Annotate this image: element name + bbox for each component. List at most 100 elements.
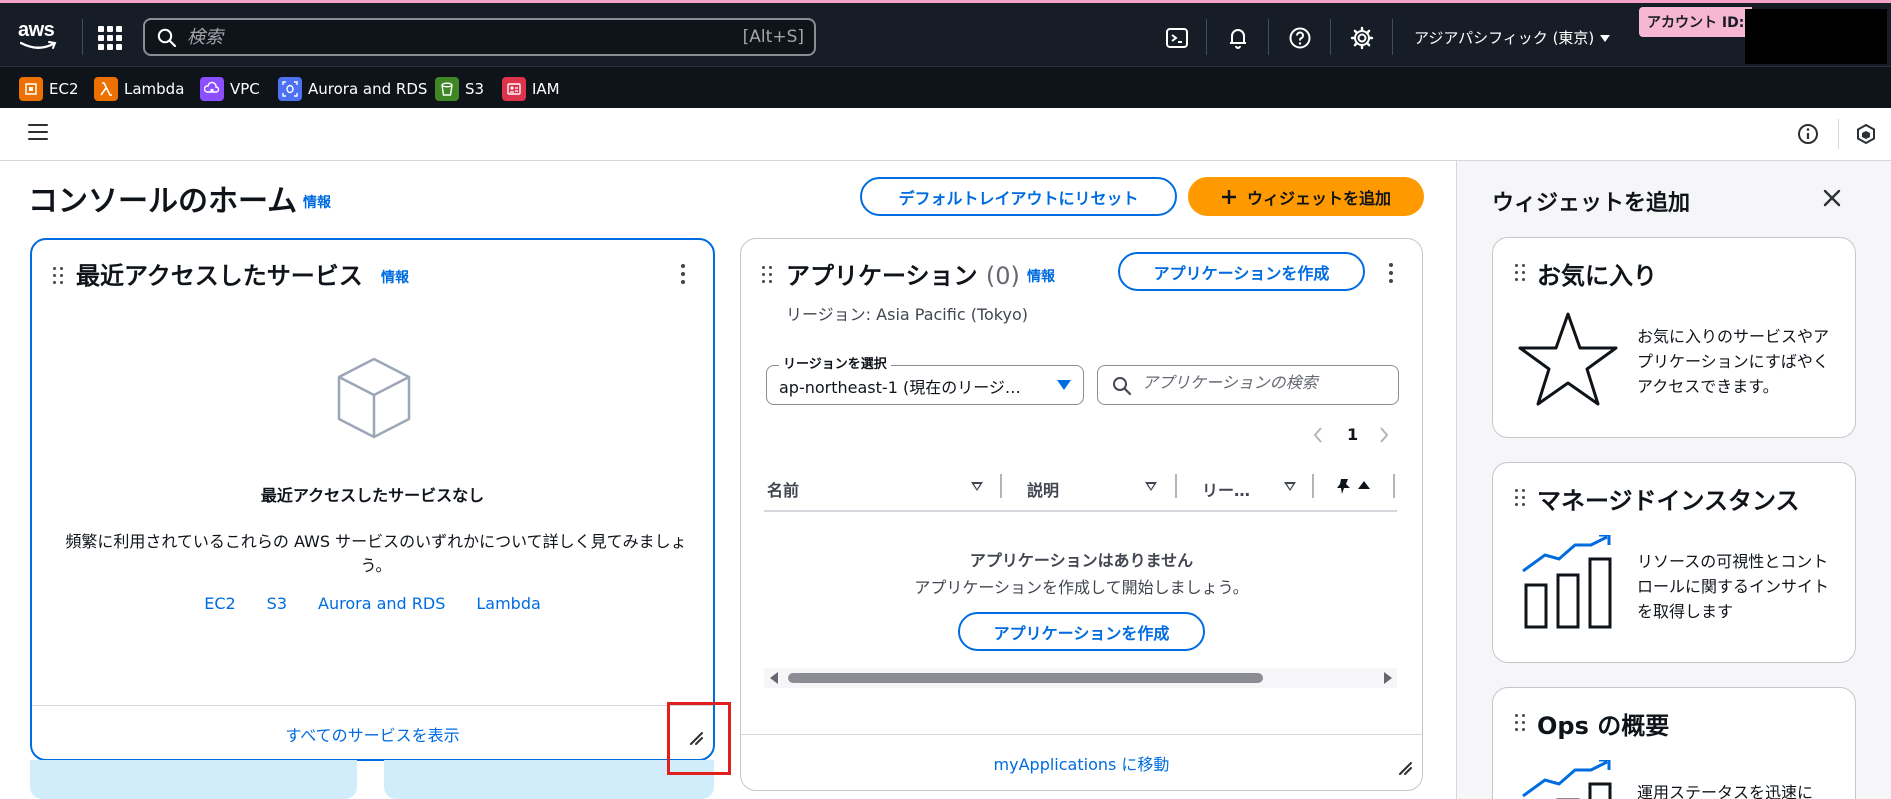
column-header-name[interactable]: 名前 xyxy=(767,477,799,501)
cloudshell-icon[interactable] xyxy=(1164,25,1190,51)
favorite-label: S3 xyxy=(465,80,485,98)
iam-icon xyxy=(502,77,526,101)
drag-handle-icon[interactable] xyxy=(1515,489,1525,507)
empty-state-description: アプリケーションを作成して開始しましょう。 xyxy=(914,578,1249,597)
caret-down-icon xyxy=(1057,380,1071,390)
create-application-button-empty[interactable]: アプリケーションを作成 xyxy=(958,612,1205,651)
chart-icon xyxy=(1522,760,1612,799)
region-select-value: ap-northeast-1 (現在のリージ… xyxy=(779,378,1021,397)
drag-handle-icon[interactable] xyxy=(762,266,772,284)
panel-title: ウィジェットを追加 xyxy=(1492,191,1691,216)
page-title: コンソールのホーム xyxy=(28,184,298,219)
chart-icon xyxy=(1522,535,1612,629)
sort-icon[interactable] xyxy=(971,482,983,491)
widget-placeholder xyxy=(384,760,714,799)
page-info-link[interactable]: 情報 xyxy=(303,192,331,212)
applications-widget: アプリケーション (0) 情報 アプリケーションを作成 リージョン: Asia … xyxy=(740,238,1423,791)
scroll-left-icon[interactable] xyxy=(770,672,780,684)
pin-sort-icon[interactable] xyxy=(1336,477,1374,495)
caret-down-icon xyxy=(1600,35,1611,42)
search-input[interactable] xyxy=(187,24,687,50)
widget-option-title: Ops の概要 xyxy=(1537,712,1670,740)
hexagon-icon[interactable] xyxy=(1855,123,1877,145)
empty-state-title: 最近アクセスしたサービスなし xyxy=(260,486,485,505)
favorite-label: EC2 xyxy=(49,80,79,98)
widget-option-description: お気に入りのサービスやアプリケーションにすばやくアクセスできます。 xyxy=(1637,327,1830,396)
account-id-label[interactable]: アカウント ID: xyxy=(1639,7,1753,37)
drag-handle-icon[interactable] xyxy=(53,267,63,285)
region-label: アジアパシフィック (東京) xyxy=(1414,29,1595,47)
scrollbar-thumb[interactable] xyxy=(788,673,1263,683)
add-widget-button[interactable]: ウィジェットを追加 xyxy=(1188,177,1424,216)
drag-handle-icon[interactable] xyxy=(1515,714,1525,732)
more-actions-icon[interactable] xyxy=(1388,263,1394,283)
widget-option-ops-overview[interactable]: Ops の概要 運用ステータスを迅速に xyxy=(1492,687,1856,799)
widget-option-title: お気に入り xyxy=(1537,262,1657,290)
app-count: (0) xyxy=(985,262,1020,290)
aws-logo[interactable]: aws xyxy=(18,19,64,53)
add-widget-panel: ウィジェットを追加 お気に入り お気に入りのサービスやアプリケーションにすばやく… xyxy=(1456,161,1891,799)
view-all-services-link[interactable]: すべてのサービスを表示 xyxy=(32,722,713,746)
favorite-vpc[interactable]: VPC xyxy=(200,76,260,102)
plus-icon xyxy=(1221,189,1236,204)
column-header-region[interactable]: リー… xyxy=(1202,477,1250,501)
info-circle-icon[interactable] xyxy=(1797,123,1819,145)
close-icon[interactable] xyxy=(1821,187,1843,209)
global-search[interactable]: [Alt+S] xyxy=(143,18,816,56)
s3-icon xyxy=(435,77,459,101)
rds-icon xyxy=(278,77,302,101)
application-search-input[interactable] xyxy=(1142,373,1382,392)
drag-handle-icon[interactable] xyxy=(1515,264,1525,282)
console-sub-header xyxy=(0,108,1891,161)
horizontal-scrollbar[interactable] xyxy=(764,668,1397,688)
widget-option-favorites[interactable]: お気に入り お気に入りのサービスやアプリケーションにすばやくアクセスできます。 xyxy=(1492,237,1856,438)
account-id-redacted xyxy=(1745,9,1887,64)
empty-state-title: アプリケーションはありません xyxy=(969,551,1194,570)
widget-info-link[interactable]: 情報 xyxy=(381,267,409,287)
gear-icon[interactable] xyxy=(1349,25,1375,51)
widget-title-text: アプリケーション xyxy=(786,262,978,290)
top-navigation: aws [Alt+S] アジアパシフィック (東京) アカウント ID: xyxy=(0,0,1891,66)
service-link-ec2[interactable]: EC2 xyxy=(204,594,235,613)
favorite-ec2[interactable]: EC2 xyxy=(19,76,79,102)
region-selector[interactable]: アジアパシフィック (東京) xyxy=(1414,27,1611,48)
favorites-bar: EC2 Lambda VPC Aurora and RDS S3 IAM xyxy=(0,66,1891,108)
vpc-icon xyxy=(200,77,224,101)
resize-handle-icon[interactable] xyxy=(1397,760,1413,776)
widget-option-managed-instances[interactable]: マネージドインスタンス リソースの可視性とコントロールに関するインサイトを取得し… xyxy=(1492,462,1856,663)
bell-icon[interactable] xyxy=(1225,25,1251,51)
highlight-box xyxy=(667,702,731,775)
help-icon[interactable] xyxy=(1287,25,1313,51)
favorite-iam[interactable]: IAM xyxy=(502,76,560,102)
sort-icon[interactable] xyxy=(1284,482,1296,491)
nav-divider xyxy=(82,19,83,55)
favorite-s3[interactable]: S3 xyxy=(435,76,484,102)
service-link-rds[interactable]: Aurora and RDS xyxy=(318,594,445,613)
column-header-description[interactable]: 説明 xyxy=(1027,477,1059,501)
create-application-button[interactable]: アプリケーションを作成 xyxy=(1118,252,1365,291)
favorite-rds[interactable]: Aurora and RDS xyxy=(278,76,427,102)
services-menu-icon[interactable] xyxy=(98,26,122,50)
page-number[interactable]: 1 xyxy=(1347,425,1358,444)
chevron-right-icon[interactable] xyxy=(1377,425,1391,445)
hamburger-menu-icon[interactable] xyxy=(28,124,48,142)
my-applications-link[interactable]: myApplications に移動 xyxy=(740,751,1423,775)
service-link-s3[interactable]: S3 xyxy=(267,594,287,613)
divider xyxy=(32,705,713,706)
scroll-right-icon[interactable] xyxy=(1382,672,1392,684)
favorite-lambda[interactable]: Lambda xyxy=(94,76,184,102)
service-link-lambda[interactable]: Lambda xyxy=(476,594,540,613)
empty-box-icon xyxy=(337,357,411,439)
favorite-label: Aurora and RDS xyxy=(308,80,428,98)
add-widget-label: ウィジェットを追加 xyxy=(1246,188,1391,208)
chevron-left-icon[interactable] xyxy=(1311,425,1325,445)
application-search[interactable] xyxy=(1097,365,1399,405)
recently-visited-widget: 最近アクセスしたサービス 情報 最近アクセスしたサービスなし 頻繁に利用されてい… xyxy=(30,238,715,761)
ec2-icon xyxy=(19,77,43,101)
widget-info-link[interactable]: 情報 xyxy=(1027,266,1055,286)
more-actions-icon[interactable] xyxy=(680,264,686,284)
sort-icon[interactable] xyxy=(1145,482,1157,491)
reset-layout-button[interactable]: デフォルトレイアウトにリセット xyxy=(860,177,1177,216)
widget-title: 最近アクセスしたサービス xyxy=(76,262,363,290)
widget-placeholder xyxy=(30,760,357,799)
